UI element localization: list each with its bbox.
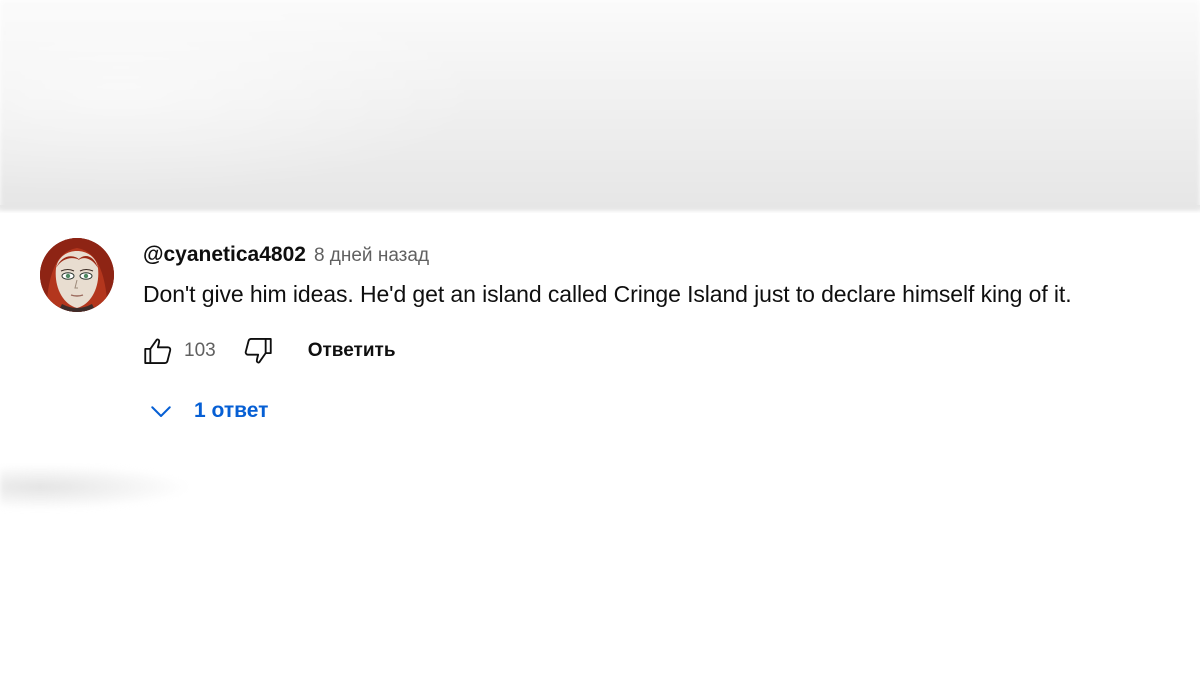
view-replies-button[interactable]: 1 ответ	[146, 393, 268, 429]
avatar[interactable]	[40, 238, 114, 312]
chevron-down-icon	[151, 406, 171, 417]
replies-count-label: 1 ответ	[194, 399, 269, 422]
comment-timestamp[interactable]: 8 дней назад	[314, 245, 429, 267]
thumbs-up-icon	[144, 338, 172, 364]
blurred-previous-content	[0, 0, 1200, 210]
blurred-next-content	[0, 462, 220, 522]
like-count: 103	[184, 340, 216, 361]
like-button[interactable]	[138, 333, 178, 369]
comment-text: Don't give him ideas. He'd get an island…	[143, 281, 1072, 307]
comment-thread: @cyanetica4802 8 дней назад Don't give h…	[0, 213, 1200, 463]
comment-header: @cyanetica4802 8 дней назад	[143, 243, 429, 269]
dislike-button[interactable]	[238, 333, 278, 369]
reply-button[interactable]: Ответить	[306, 336, 398, 366]
blur-edge	[0, 205, 1200, 213]
comment-author[interactable]: @cyanetica4802	[143, 243, 306, 267]
comment-actions: 103 Ответить	[138, 333, 398, 369]
thumbs-down-icon	[244, 338, 272, 364]
